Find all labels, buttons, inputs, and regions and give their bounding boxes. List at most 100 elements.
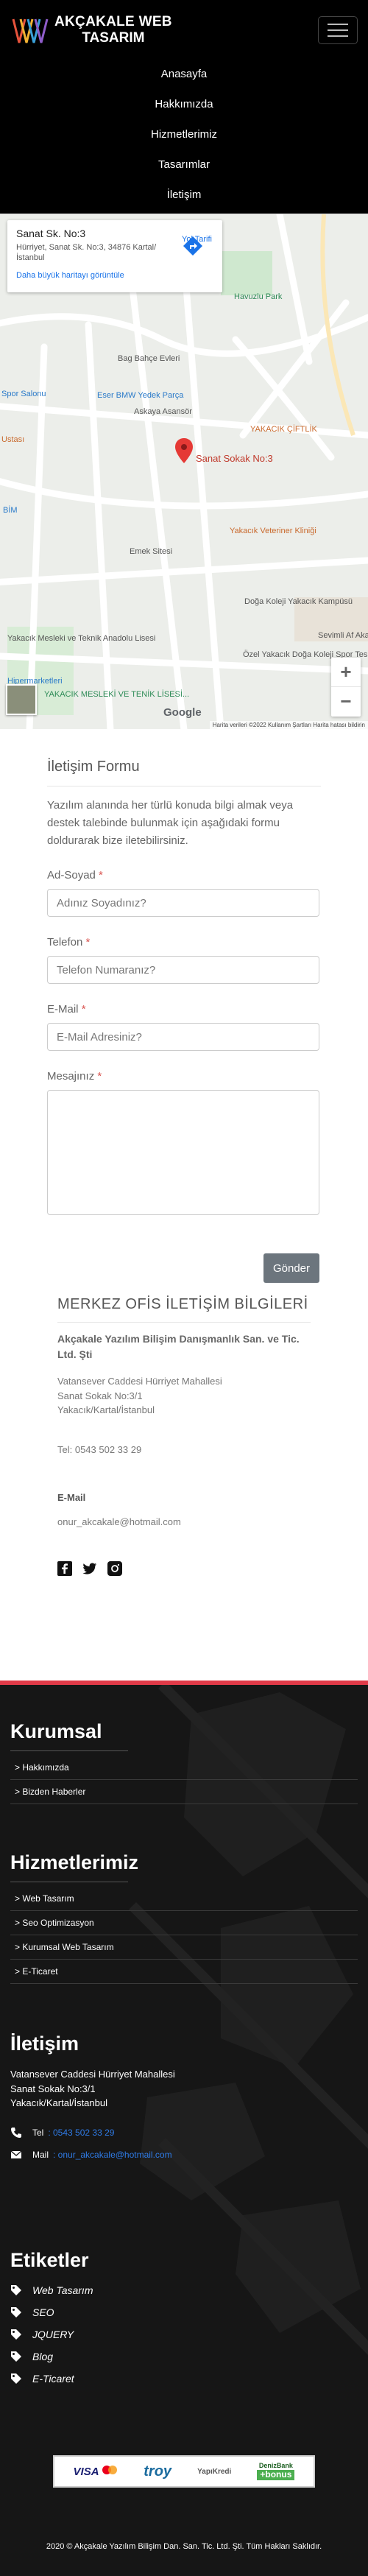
map-label: Sevimli Af Akademisi Anaokulu	[318, 631, 368, 640]
footer-link-seo[interactable]: > Seo Optimizasyon	[10, 1911, 358, 1935]
nav-item-about[interactable]: Hakkımızda	[0, 89, 368, 119]
yapikredi-logo: YapıKredi	[197, 2467, 232, 2476]
map-label: Havuzlu Park	[234, 292, 283, 301]
required-mark: *	[97, 1070, 102, 1083]
denizbank-text: DenizBank	[258, 2462, 293, 2470]
email-label-text: E-Mail	[47, 1003, 79, 1016]
directions-button[interactable]: Yol Tarifi	[182, 235, 212, 256]
footer-link-list: > Hakkımızda > Bizden Haberler	[10, 1756, 358, 1804]
hamburger-icon	[328, 24, 348, 25]
twitter-icon[interactable]	[82, 1561, 97, 1576]
tag-item[interactable]: Web Tasarım	[10, 2279, 358, 2301]
nav-item-home[interactable]: Anasayfa	[0, 59, 368, 89]
troy-logo: troy	[144, 2463, 172, 2480]
footer-heading: Hizmetlerimiz	[10, 1851, 139, 1873]
tag-label: Blog	[32, 2351, 54, 2362]
larger-map-link[interactable]: Daha büyük haritayı görüntüle	[16, 271, 213, 280]
tag-list: Web Tasarım SEO JQUERY Blog E-Ticaret	[10, 2279, 358, 2390]
footer-link-news[interactable]: > Bizden Haberler	[10, 1780, 358, 1804]
footer-mail: Mail : onur_akcakale@hotmail.com	[10, 2149, 358, 2161]
required-mark: *	[85, 936, 91, 949]
footer-corporate: Kurumsal > Hakkımızda > Bizden Haberler	[10, 1720, 358, 1804]
place-address: Hürriyet, Sanat Sk. No:3, 34876 Kartal/İ…	[16, 243, 157, 263]
nav-item-services[interactable]: Hizmetlerimiz	[0, 119, 368, 149]
required-mark: *	[81, 1003, 86, 1016]
footer-tags: Etiketler Web Tasarım SEO JQUERY Blog E-…	[10, 2249, 358, 2390]
google-map[interactable]: Havuzlu Park Bag Bahçe Evleri Eser BMW Y…	[0, 214, 368, 729]
map-pin-icon[interactable]	[175, 438, 193, 463]
google-logo: Google	[163, 706, 202, 719]
mastercard-icon	[102, 2466, 118, 2474]
site-logo[interactable]: AKÇAKALE WEB TASARIM	[10, 10, 172, 50]
footer-heading: Etiketler	[10, 2249, 89, 2271]
map-label: YAKACIK MESLEKİ VE TENİK LİSESİ...	[44, 690, 190, 699]
zoom-in-button[interactable]: +	[331, 658, 361, 687]
address-line: Vatansever Caddesi Hürriyet Mahallesi	[10, 2069, 175, 2080]
tag-item[interactable]: E-Ticaret	[10, 2368, 358, 2390]
phone-label: Tel	[32, 2127, 44, 2138]
tag-label: Web Tasarım	[32, 2284, 93, 2296]
tag-item[interactable]: SEO	[10, 2301, 358, 2323]
address-line: Sanat Sokak No:3/1	[10, 2083, 96, 2094]
logo-line2: TASARIM	[82, 30, 145, 46]
satellite-toggle[interactable]	[6, 684, 37, 715]
mail-value[interactable]: : onur_akcakale@hotmail.com	[53, 2150, 172, 2160]
footer-link-corporate-web[interactable]: > Kurumsal Web Tasarım	[10, 1935, 358, 1960]
footer-phone: Tel : 0543 502 33 29	[10, 2127, 358, 2139]
social-links	[57, 1560, 311, 1576]
map-label: YAKACIK ÇİFTLİK	[250, 425, 317, 434]
office-address: Vatansever Caddesi Hürriyet Mahallesi Sa…	[57, 1374, 311, 1418]
address-line: Yakacık/Kartal/İstanbul	[57, 1404, 155, 1415]
phone-label-text: Telefon	[47, 936, 83, 949]
footer-link-ecommerce[interactable]: > E-Ticaret	[10, 1960, 358, 1984]
message-textarea[interactable]	[47, 1090, 319, 1215]
visa-logo: VISA	[74, 2465, 118, 2478]
tag-item[interactable]: Blog	[10, 2346, 358, 2368]
directions-icon	[183, 236, 203, 256]
office-phone: Tel: 0543 502 33 29	[57, 1443, 142, 1455]
logo-line1: AKÇAKALE WEB	[54, 14, 172, 30]
address-line: Sanat Sokak No:3/1	[57, 1390, 143, 1401]
tag-icon	[11, 2351, 21, 2362]
company-name: Akçakale Yazılım Bilişim Danışmanlık San…	[57, 1333, 300, 1360]
phone-input[interactable]	[47, 956, 319, 984]
footer-contact: İletişim Vatansever Caddesi Hürriyet Mah…	[10, 2033, 358, 2161]
tag-item[interactable]: JQUERY	[10, 2323, 358, 2346]
footer-services: Hizmetlerimiz > Web Tasarım > Seo Optimi…	[10, 1851, 358, 1984]
divider	[57, 1322, 311, 1323]
map-label: Askaya Asansör	[134, 407, 192, 416]
form-intro: Yazılım alanında her türlü konuda bilgi …	[47, 799, 294, 847]
address-line: Vatansever Caddesi Hürriyet Mahallesi	[57, 1376, 222, 1387]
map-label: Emek Sitesi	[130, 547, 173, 556]
zoom-out-button[interactable]: −	[331, 687, 361, 717]
payment-logos: VISA troy YapıKredi DenizBank +bonus	[53, 2455, 315, 2488]
nav-item-contact[interactable]: İletişim	[0, 180, 368, 210]
tag-icon	[11, 2285, 21, 2295]
phone-icon	[11, 2127, 21, 2138]
phone-value[interactable]: : 0543 502 33 29	[48, 2128, 114, 2138]
mail-label: Mail	[32, 2149, 49, 2160]
bonus-logo: DenizBank +bonus	[257, 2462, 295, 2480]
instagram-icon[interactable]	[107, 1560, 122, 1576]
footer-link-web-design[interactable]: > Web Tasarım	[10, 1887, 358, 1911]
map-attribution[interactable]: Harita verileri ©2022 Kullanım Şartları …	[209, 721, 368, 729]
phone-label: Telefon *	[47, 936, 321, 949]
map-label: Yakacık Veteriner Kliniği	[230, 527, 316, 535]
page: { "header": { "logo_line1": "AKÇAKALE WE…	[0, 0, 368, 2576]
facebook-icon[interactable]	[57, 1560, 72, 1576]
name-label-text: Ad-Soyad	[47, 869, 96, 881]
nav-item-designs[interactable]: Tasarımlar	[0, 149, 368, 180]
footer-link-about[interactable]: > Hakkımızda	[10, 1756, 358, 1780]
submit-button[interactable]: Gönder	[263, 1253, 319, 1283]
name-input[interactable]	[47, 889, 319, 917]
envelope-icon	[10, 2150, 22, 2158]
contact-form: İletişim Formu Yazılım alanında her türl…	[0, 729, 368, 1296]
divider	[10, 1750, 128, 1751]
menu-toggle-button[interactable]	[318, 16, 358, 44]
email-input[interactable]	[47, 1023, 319, 1051]
marker-label: Sanat Sokak No:3	[196, 453, 273, 464]
hamburger-icon	[328, 29, 348, 31]
hamburger-icon	[328, 35, 348, 37]
footer-address: Vatansever Caddesi Hürriyet Mahallesi Sa…	[10, 2067, 358, 2111]
office-email[interactable]: onur_akcakale@hotmail.com	[57, 1516, 311, 1527]
